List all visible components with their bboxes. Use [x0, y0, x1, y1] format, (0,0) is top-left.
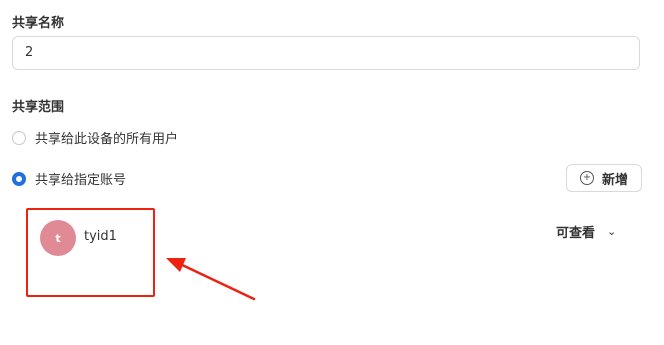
annotation-arrow-icon: [166, 258, 256, 301]
